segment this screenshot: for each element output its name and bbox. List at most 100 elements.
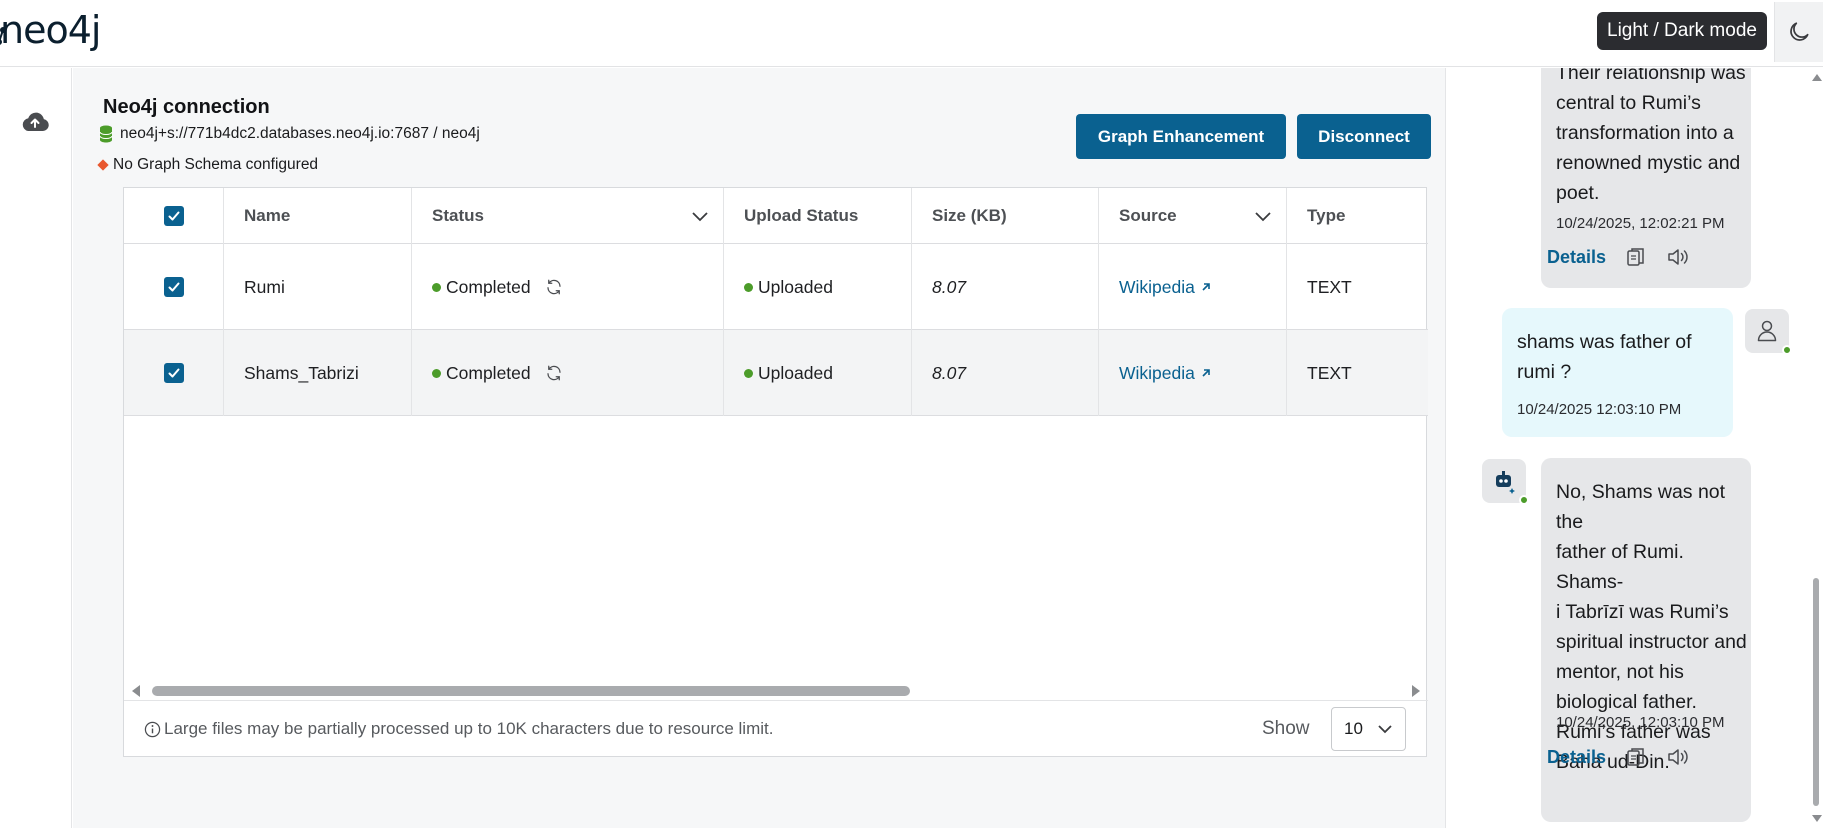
- column-header-type[interactable]: Type: [1287, 188, 1428, 244]
- column-header-source-label: Source: [1119, 206, 1177, 225]
- external-link-icon[interactable]: [1200, 367, 1212, 379]
- column-header-upload-status[interactable]: Upload Status: [724, 188, 912, 244]
- source-link[interactable]: Wikipedia: [1119, 277, 1195, 298]
- status-dot: [744, 282, 753, 292]
- user-avatar: [1745, 309, 1792, 355]
- scroll-up-icon[interactable]: [1812, 74, 1822, 81]
- scroll-right-icon[interactable]: [1412, 685, 1420, 697]
- bot-message: No, Shams was not the father of Rumi. Sh…: [1541, 458, 1751, 822]
- file-upload-status-text: Uploaded: [758, 276, 833, 297]
- file-name: Rumi: [224, 244, 412, 330]
- external-link-icon[interactable]: [1200, 281, 1212, 293]
- chevron-down-icon[interactable]: [691, 210, 709, 222]
- bot-icon: [1496, 471, 1515, 494]
- copy-icon[interactable]: [1626, 746, 1646, 768]
- status-dot: [432, 368, 441, 378]
- row-select-cell: [124, 244, 224, 330]
- file-upload-status: Uploaded: [724, 244, 912, 330]
- chevron-down-icon: [1378, 725, 1392, 734]
- select-all-checkbox[interactable]: [163, 206, 184, 226]
- schema-status-text: No Graph Schema configured: [113, 156, 319, 173]
- column-header-source[interactable]: Source: [1099, 188, 1287, 244]
- graph-enhancement-button[interactable]: Graph Enhancement: [1076, 114, 1286, 159]
- details-link[interactable]: Details: [1547, 247, 1606, 268]
- row-select-cell: [124, 330, 224, 416]
- info-icon: [144, 721, 161, 737]
- select-all-cell: [124, 188, 224, 244]
- connection-uri: neo4j+s://771b4dc2.databases.neo4j.io:76…: [99, 125, 480, 143]
- horizontal-scroll-thumb[interactable]: [152, 686, 910, 696]
- speaker-icon[interactable]: [1666, 247, 1690, 267]
- theme-toggle-button[interactable]: [1774, 2, 1823, 62]
- file-status-text: Completed: [446, 276, 531, 297]
- disconnect-button[interactable]: Disconnect: [1297, 114, 1431, 159]
- file-type: TEXT: [1307, 276, 1352, 297]
- table-row[interactable]: Rumi Completed Uploaded 8.07 Wikipedia T…: [124, 244, 1428, 330]
- message-line: No, Shams was not the: [1556, 481, 1726, 533]
- table-header: Name Status Upload Status Size (KB) Sour…: [124, 188, 1428, 244]
- main-panel: Neo4j connection neo4j+s://771b4dc2.data…: [73, 68, 1446, 828]
- message-line: shams was father of: [1517, 331, 1692, 353]
- file-status: Completed: [412, 330, 724, 416]
- check-icon: [168, 368, 179, 378]
- message-timestamp: 10/24/2025, 12:02:21 PM: [1556, 215, 1725, 232]
- speaker-icon[interactable]: [1666, 747, 1690, 767]
- scroll-down-icon[interactable]: [1812, 815, 1822, 822]
- column-header-size[interactable]: Size (KB): [912, 188, 1099, 244]
- app-root: neo4j Light / Dark mode Neo4j connection: [0, 0, 1823, 828]
- file-size: 8.07: [912, 244, 1099, 330]
- message-line: i Tabrīzī was Rumi’s: [1556, 601, 1729, 623]
- user-icon: [1757, 320, 1777, 342]
- database-icon: [99, 125, 113, 143]
- bot-message: Their relationship was central to Rumi’s…: [1541, 68, 1751, 288]
- page-size-select[interactable]: 10: [1331, 707, 1406, 751]
- logo-text: neo4j: [0, 8, 101, 52]
- left-sidebar: [0, 68, 72, 828]
- connection-uri-text: neo4j+s://771b4dc2.databases.neo4j.io:76…: [120, 125, 480, 142]
- upload-cloud-icon[interactable]: [20, 110, 50, 139]
- message-text: No, Shams was not the father of Rumi. Sh…: [1556, 477, 1751, 777]
- row-checkbox[interactable]: [163, 363, 184, 383]
- message-line: renowned mystic and: [1556, 152, 1741, 174]
- page-size-value: 10: [1344, 719, 1363, 738]
- source-link[interactable]: Wikipedia: [1119, 363, 1195, 384]
- message-line: spiritual instructor and: [1556, 631, 1747, 653]
- refresh-icon[interactable]: [545, 278, 563, 296]
- file-upload-status-text: Uploaded: [758, 362, 833, 383]
- message-line: poet.: [1556, 182, 1600, 204]
- chat-panel: Their relationship was central to Rumi’s…: [1447, 68, 1823, 828]
- chat-vertical-scrollbar[interactable]: [1809, 68, 1823, 828]
- message-text: Their relationship was central to Rumi’s…: [1556, 68, 1746, 208]
- message-line: biological father.: [1556, 691, 1697, 713]
- table-row[interactable]: Shams_Tabrizi Completed Uploaded 8.07 Wi…: [124, 330, 1428, 416]
- check-icon: [168, 211, 179, 221]
- column-header-status[interactable]: Status: [412, 188, 724, 244]
- file-type: TEXT: [1307, 362, 1352, 383]
- file-size: 8.07: [912, 330, 1099, 416]
- warning-diamond-icon: [97, 159, 109, 171]
- chevron-down-icon[interactable]: [1254, 210, 1272, 222]
- details-link[interactable]: Details: [1547, 747, 1606, 768]
- file-source: Wikipedia: [1099, 330, 1287, 416]
- top-bar: neo4j Light / Dark mode: [0, 0, 1823, 67]
- message-text: shams was father of rumi ?: [1517, 327, 1692, 387]
- message-line: father of Rumi. Shams-: [1556, 541, 1684, 593]
- column-header-name[interactable]: Name: [224, 188, 412, 244]
- refresh-icon[interactable]: [545, 364, 563, 382]
- neo4j-logo[interactable]: neo4j: [0, 8, 101, 52]
- row-checkbox[interactable]: [163, 277, 184, 297]
- horizontal-scrollbar[interactable]: [132, 681, 1420, 699]
- connection-title: Neo4j connection: [103, 96, 270, 118]
- message-line: rumi ?: [1517, 361, 1572, 383]
- files-table: Name Status Upload Status Size (KB) Sour…: [123, 187, 1428, 757]
- online-indicator: [1782, 345, 1792, 355]
- message-line: central to Rumi’s: [1556, 92, 1701, 114]
- scroll-left-icon[interactable]: [132, 685, 140, 697]
- vertical-scroll-thumb[interactable]: [1813, 578, 1819, 806]
- copy-icon[interactable]: [1626, 246, 1646, 268]
- user-message: shams was father of rumi ? 10/24/2025 12…: [1502, 308, 1733, 437]
- file-name: Shams_Tabrizi: [224, 330, 412, 416]
- message-actions: Details: [1547, 246, 1690, 268]
- resource-limit-text: Large files may be partially processed u…: [164, 719, 774, 738]
- message-actions: Details: [1547, 746, 1690, 768]
